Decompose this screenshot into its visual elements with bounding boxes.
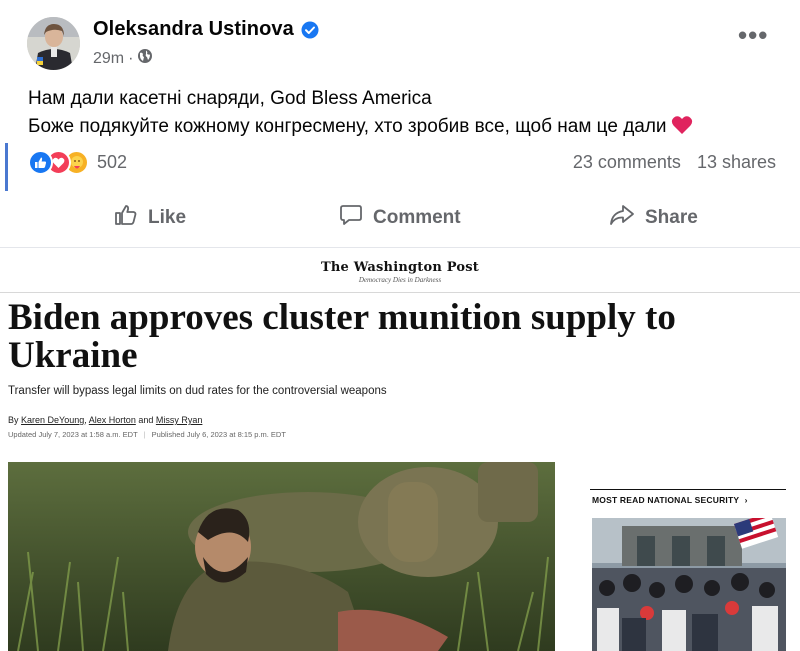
post-time[interactable]: 29m <box>93 50 124 68</box>
masthead-divider <box>0 292 800 293</box>
globe-icon[interactable] <box>137 48 153 69</box>
avatar[interactable] <box>27 17 80 70</box>
post-line-with-heart: Боже подякуйте кожному конгресмену, хто … <box>28 113 693 144</box>
comments-count-link[interactable]: 23 comments <box>573 152 681 173</box>
article-headline: Biden approves cluster munition supply t… <box>8 297 676 376</box>
post-line: Нам дали касетні снаряди, God Bless Amer… <box>28 88 432 109</box>
post-text: Нам дали касетні снаряди, God Bless Amer… <box>28 85 693 144</box>
comment-icon <box>339 203 363 233</box>
lead-photo[interactable] <box>8 462 555 651</box>
updated-date: Updated July 7, 2023 at 1:58 a.m. EDT <box>8 430 138 439</box>
share-arrow-icon <box>609 203 635 233</box>
publication-tagline: Democracy Dies in Darkness <box>358 276 442 284</box>
author-link[interactable]: Missy Ryan <box>156 415 203 425</box>
post-action-bar: Like Comment Share <box>0 198 800 238</box>
most-read-heading[interactable]: MOST READ NATIONAL SECURITY › <box>592 495 748 505</box>
facebook-post: Oleksandra Ustinova 29m · ••• Нам дали к… <box>0 0 800 248</box>
author-link[interactable]: Alex Horton <box>89 415 136 425</box>
news-article: The Washington Post Democracy Dies in Da… <box>0 250 800 651</box>
share-label: Share <box>645 207 698 228</box>
meta-separator: · <box>128 49 134 67</box>
post-line: Боже подякуйте кожному конгресмену, хто … <box>28 116 667 137</box>
author-link[interactable]: Karen DeYoung <box>21 415 84 425</box>
shares-count-link[interactable]: 13 shares <box>697 152 776 173</box>
article-dates: Updated July 7, 2023 at 1:58 a.m. EDT | … <box>8 430 286 439</box>
chevron-right-icon: › <box>744 495 748 505</box>
verified-badge-icon <box>301 21 319 39</box>
heart-icon <box>671 115 693 144</box>
most-read-thumbnail[interactable] <box>592 518 786 651</box>
comment-button[interactable]: Comment <box>339 198 461 238</box>
published-date: Published July 6, 2023 at 8:15 p.m. EDT <box>151 430 286 439</box>
most-read-label: MOST READ NATIONAL SECURITY <box>592 495 740 505</box>
thumbs-up-icon <box>114 203 138 233</box>
reactions-summary[interactable]: 502 <box>28 150 127 175</box>
more-options-icon[interactable]: ••• <box>738 22 768 48</box>
like-button[interactable]: Like <box>114 198 186 238</box>
publication-logo: The Washington Post <box>321 260 479 275</box>
byline-and: and <box>138 415 154 425</box>
like-reaction-icon <box>28 150 53 175</box>
author-name[interactable]: Oleksandra Ustinova <box>93 18 294 41</box>
date-separator: | <box>143 430 146 439</box>
byline: By Karen DeYoung, Alex Horton and Missy … <box>8 415 202 425</box>
reaction-count: 502 <box>97 152 128 172</box>
comment-label: Comment <box>373 207 461 228</box>
quote-rule <box>5 143 8 191</box>
sidebar-rule <box>590 489 786 490</box>
share-button[interactable]: Share <box>609 198 698 238</box>
byline-separator: , <box>84 415 87 425</box>
engagement-counts: 23 comments 13 shares <box>573 152 776 173</box>
byline-prefix: By <box>8 415 19 425</box>
article-subheadline: Transfer will bypass legal limits on dud… <box>8 385 387 397</box>
masthead[interactable]: The Washington Post Democracy Dies in Da… <box>0 260 800 284</box>
like-label: Like <box>148 207 187 228</box>
